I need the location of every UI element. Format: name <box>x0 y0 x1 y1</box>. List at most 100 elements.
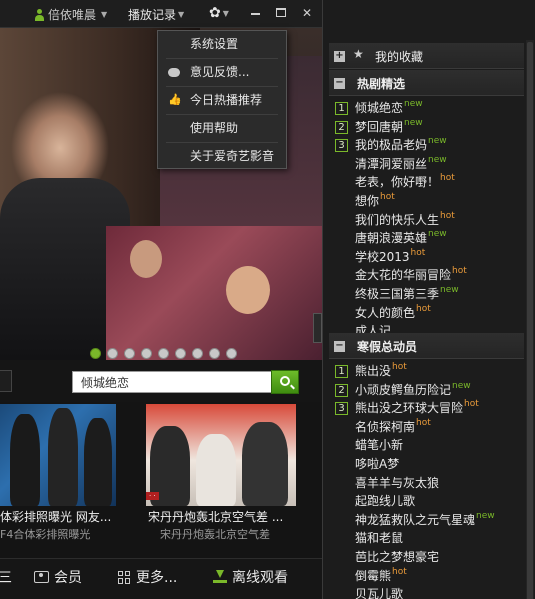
new-badge: new <box>452 380 471 391</box>
section-header[interactable]: − 寒假总动员 <box>329 333 524 359</box>
more-button[interactable]: 更多... <box>118 567 177 587</box>
hot-badge: hot <box>410 247 426 258</box>
list-item[interactable]: 名侦探柯南hot <box>355 418 431 436</box>
carousel-dot[interactable] <box>90 348 101 359</box>
rank-badge: 3 <box>335 402 348 416</box>
maximize-button[interactable] <box>274 6 288 20</box>
carousel-dot[interactable] <box>209 348 220 359</box>
list-item-label: 小顽皮鳄鱼历险记 <box>355 382 452 397</box>
download-icon <box>213 570 227 584</box>
new-badge: new <box>404 117 423 128</box>
list-item[interactable]: 我们的快乐人生hot <box>355 211 455 229</box>
list-item[interactable]: 终极三国第三季new <box>355 285 459 303</box>
list-item[interactable]: 哆啦A梦 <box>355 455 399 473</box>
list-item[interactable]: 神龙猛救队之元气星魂new <box>355 511 495 529</box>
bottom-toolbar: 三 会员 更多... 离线观看 <box>0 558 322 599</box>
carousel-indicators <box>90 348 237 359</box>
list-item[interactable]: 倾城绝恋new <box>355 99 423 117</box>
list-item-label: 我们的快乐人生 <box>355 212 440 227</box>
banner-photo-bottom <box>106 226 322 360</box>
list-item-label: 哆啦A梦 <box>355 457 400 471</box>
offline-watch-button[interactable]: 离线观看 <box>213 567 288 587</box>
category-button[interactable] <box>0 370 12 392</box>
list-item[interactable]: 想你hot <box>355 192 395 210</box>
list-item[interactable]: 女人的颜色hot <box>355 304 431 322</box>
list-item[interactable]: 清潭洞爱丽丝new <box>355 155 447 173</box>
hot-badge: hot <box>416 303 431 314</box>
list-item[interactable]: 熊出没之环球大冒险hot <box>355 399 479 417</box>
video-subtitle: 宋丹丹炮轰北京空气差 <box>160 528 270 541</box>
title-bar: 倍依唯晨 ▼ 播放记录 ▼ ✿ ▼ ✕ <box>0 0 322 28</box>
list-item[interactable]: 熊出没hot <box>355 362 407 380</box>
favorites-header[interactable]: + ★ 我的收藏 <box>329 43 524 69</box>
video-thumbnail[interactable] <box>0 404 116 506</box>
toolbar-item-partial[interactable]: 三 <box>0 567 12 587</box>
menu-item-about[interactable]: 关于爱奇艺影音 <box>158 143 286 169</box>
list-item-label: 喜羊羊与灰太狼 <box>355 475 440 490</box>
video-title[interactable]: 体彩排照曝光 网友... <box>0 508 118 525</box>
banner-next-handle[interactable] <box>313 313 322 343</box>
list-item-label: 清潭洞爱丽丝 <box>355 156 428 171</box>
list-item[interactable]: 猫和老鼠 <box>355 529 403 547</box>
list-item-label: 熊出没之环球大冒险 <box>355 401 464 416</box>
carousel-dot[interactable] <box>226 348 237 359</box>
video-thumbnail[interactable]: · · <box>146 404 296 506</box>
member-button[interactable]: 会员 <box>34 567 82 587</box>
list-item[interactable]: 学校2013hot <box>355 248 425 266</box>
settings-dropdown: 系统设置 意见反馈... 👍 今日热播推荐 使用帮助 关于爱奇艺影音 <box>157 30 287 169</box>
history-label: 播放记录 <box>128 8 177 22</box>
search-input[interactable] <box>72 371 272 393</box>
list-item[interactable]: 芭比之梦想豪宅 <box>355 548 439 566</box>
list-item-label: 唐朝浪漫英雄 <box>355 231 428 246</box>
chevron-down-icon: ▼ <box>101 10 108 19</box>
list-item-label: 金大花的华丽冒险 <box>355 268 452 283</box>
list-item[interactable]: 蜡笔小新 <box>355 436 403 454</box>
gear-icon: ✿ <box>209 5 221 21</box>
menu-item-label: 今日热播推荐 <box>190 93 263 107</box>
list-item[interactable]: 喜羊羊与灰太狼 <box>355 474 439 492</box>
carousel-dot[interactable] <box>192 348 203 359</box>
menu-item-feedback[interactable]: 意见反馈... <box>158 59 286 85</box>
section-header[interactable]: − 热剧精选 <box>329 70 524 96</box>
collapse-icon[interactable]: − <box>334 78 345 89</box>
menu-item-settings[interactable]: 系统设置 <box>158 31 286 57</box>
minimize-button[interactable] <box>248 6 262 20</box>
menu-item-hot-today[interactable]: 👍 今日热播推荐 <box>158 87 286 113</box>
list-item[interactable]: 我的极品老妈new <box>355 136 447 154</box>
new-badge: new <box>476 510 495 521</box>
list-item-label: 芭比之梦想豪宅 <box>355 550 440 564</box>
offline-label: 离线观看 <box>232 570 288 586</box>
menu-item-label: 系统设置 <box>190 37 239 51</box>
carousel-dot[interactable] <box>107 348 118 359</box>
list-item[interactable]: 贝瓦儿歌 <box>355 585 403 599</box>
settings-menu-button[interactable]: ✿ ▼ <box>209 5 229 21</box>
carousel-dot[interactable] <box>141 348 152 359</box>
thumbs-up-icon: 👍 <box>168 93 182 106</box>
scrollbar-thumb[interactable] <box>527 42 533 599</box>
list-item-label: 神龙猛救队之元气星魂 <box>355 512 476 527</box>
list-item[interactable]: 倒霉熊hot <box>355 567 407 585</box>
search-button[interactable] <box>271 370 299 394</box>
carousel-dot[interactable] <box>158 348 169 359</box>
list-item-label: 猫和老鼠 <box>355 531 404 546</box>
list-item[interactable]: 金大花的华丽冒险hot <box>355 266 467 284</box>
carousel-dot[interactable] <box>124 348 135 359</box>
date-stamp: · · <box>146 492 159 500</box>
list-item[interactable]: 起跑线儿歌 <box>355 492 415 510</box>
list-item[interactable]: 唐朝浪漫英雄new <box>355 229 447 247</box>
list-item-label: 老表，你好嘢！ <box>355 175 440 190</box>
menu-item-help[interactable]: 使用帮助 <box>158 115 286 141</box>
video-subtitle: F4合体彩排照曝光 <box>0 528 91 541</box>
collapse-icon[interactable]: − <box>334 341 345 352</box>
list-item[interactable]: 梦回唐朝new <box>355 118 423 136</box>
video-title[interactable]: 宋丹丹炮轰北京空气差 ... <box>148 508 298 525</box>
user-menu[interactable]: 倍依唯晨 ▼ <box>34 6 107 23</box>
close-button[interactable]: ✕ <box>300 6 314 20</box>
expand-icon[interactable]: + <box>334 51 345 62</box>
list-item[interactable]: 老表，你好嘢！hot <box>355 173 455 191</box>
hot-badge: hot <box>392 362 407 372</box>
chevron-down-icon: ▼ <box>178 10 185 19</box>
carousel-dot[interactable] <box>175 348 186 359</box>
history-menu[interactable]: 播放记录 ▼ <box>128 6 184 23</box>
list-item[interactable]: 小顽皮鳄鱼历险记new <box>355 381 471 399</box>
